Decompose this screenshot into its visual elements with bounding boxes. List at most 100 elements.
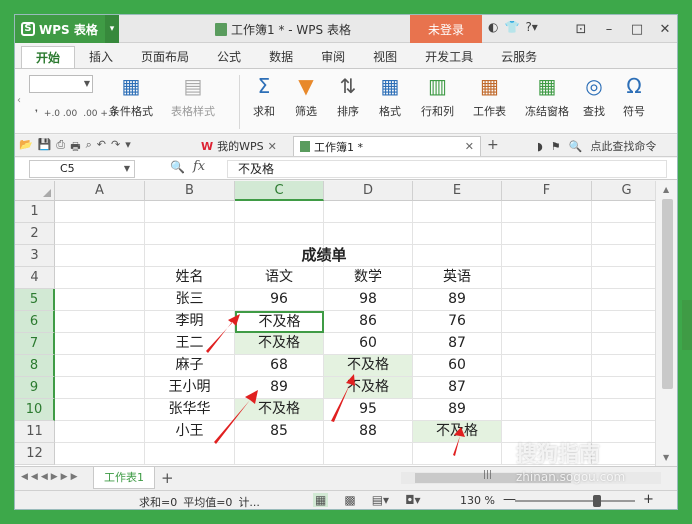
table-cell[interactable]: 麻子 — [145, 355, 235, 377]
tab-formulas[interactable]: 公式 — [203, 46, 255, 68]
empty-cell[interactable] — [55, 223, 145, 245]
reading-view-icon[interactable]: ◘▾ — [405, 493, 421, 507]
pdf-icon[interactable]: ⎙ — [56, 138, 65, 157]
print-icon[interactable]: 🖶 — [70, 138, 80, 157]
table-cell[interactable]: 96 — [235, 289, 324, 311]
table-cell[interactable]: 87 — [413, 333, 502, 355]
row-header[interactable]: 9 — [15, 377, 55, 399]
tab-view[interactable]: 视图 — [359, 46, 411, 68]
row-header[interactable]: 4 — [15, 267, 55, 289]
empty-cell[interactable] — [235, 443, 324, 465]
row-header[interactable]: 10 — [15, 399, 55, 421]
row-header[interactable]: 12 — [15, 443, 55, 465]
column-header-g[interactable]: G — [592, 181, 655, 201]
empty-cell[interactable] — [145, 223, 235, 245]
filter-button[interactable]: ▼ 筛选 — [295, 73, 317, 119]
table-cell[interactable]: 张三 — [145, 289, 235, 311]
worksheet-button[interactable]: ▦ 工作表 — [473, 73, 506, 119]
column-header-e[interactable]: E — [413, 181, 502, 201]
scroll-down-icon[interactable]: ▼ — [663, 453, 669, 462]
empty-cell[interactable] — [145, 443, 235, 465]
empty-cell[interactable] — [413, 245, 502, 267]
row-header[interactable]: 11 — [15, 421, 55, 443]
function-button[interactable]: fx — [193, 159, 205, 174]
table-cell[interactable]: 小王 — [145, 421, 235, 443]
conditional-format-button[interactable]: ▦ 条件格式 — [109, 73, 153, 119]
tab-home[interactable]: 开始 — [21, 46, 76, 68]
empty-cell[interactable] — [592, 311, 655, 333]
save-icon[interactable]: 💾 — [38, 138, 52, 157]
undo-icon[interactable]: ↶ — [97, 138, 106, 157]
table-cell[interactable]: 60 — [324, 333, 413, 355]
empty-cell[interactable] — [413, 443, 502, 465]
freeze-panes-button[interactable]: ▦ 冻结窗格 — [525, 73, 569, 119]
table-cell[interactable]: 86 — [324, 311, 413, 333]
tab-cloud[interactable]: 云服务 — [487, 46, 551, 68]
redo-icon[interactable]: ↷ — [111, 138, 120, 157]
empty-cell[interactable] — [502, 201, 592, 223]
highlighted-cell[interactable]: 不及格 — [324, 355, 413, 377]
layout-view-icon[interactable]: ▤▾ — [372, 493, 389, 507]
empty-cell[interactable] — [592, 267, 655, 289]
number-format-select[interactable]: ▼ — [29, 75, 93, 93]
zoom-slider-knob[interactable] — [593, 495, 601, 507]
sum-button[interactable]: Σ 求和 — [253, 73, 275, 119]
column-header-a[interactable]: A — [55, 181, 145, 201]
empty-cell[interactable] — [502, 333, 592, 355]
restore-ribbon-icon[interactable]: ⊡ — [567, 15, 595, 43]
table-cell[interactable]: 王二 — [145, 333, 235, 355]
page-break-view-icon[interactable]: ▩ — [344, 493, 355, 507]
highlighted-cell[interactable]: 不及格 — [324, 377, 413, 399]
close-tab-icon[interactable]: ✕ — [465, 140, 474, 153]
empty-cell[interactable] — [592, 355, 655, 377]
empty-cell[interactable] — [55, 267, 145, 289]
sheet-nav-arrows[interactable]: ◀◀◀▶▶▶ — [21, 472, 81, 482]
empty-cell[interactable] — [592, 201, 655, 223]
empty-cell[interactable] — [502, 399, 592, 421]
table-cell[interactable]: 87 — [413, 377, 502, 399]
customize-icon[interactable]: ▾ — [125, 138, 131, 157]
empty-cell[interactable] — [592, 289, 655, 311]
table-cell[interactable]: 76 — [413, 311, 502, 333]
empty-cell[interactable] — [55, 311, 145, 333]
name-box[interactable]: C5 ▼ — [29, 160, 135, 178]
zoom-in-button[interactable]: + — [643, 492, 654, 507]
highlighted-cell[interactable]: 不及格 — [235, 399, 324, 421]
table-cell[interactable]: 60 — [413, 355, 502, 377]
vertical-scrollbar[interactable]: ▲ ▼ — [655, 181, 677, 466]
flag-icon[interactable]: ⚑ — [551, 140, 561, 153]
highlighted-cell[interactable]: 不及格 — [413, 421, 502, 443]
tab-insert[interactable]: 插入 — [75, 46, 127, 68]
row-header[interactable]: 8 — [15, 355, 55, 377]
row-header[interactable]: 7 — [15, 333, 55, 355]
empty-cell[interactable] — [324, 443, 413, 465]
row-header[interactable]: 3 — [15, 245, 55, 267]
empty-cell[interactable] — [235, 201, 324, 223]
table-style-button[interactable]: ▤ 表格样式 — [171, 73, 215, 119]
empty-cell[interactable] — [55, 355, 145, 377]
scroll-up-icon[interactable]: ▲ — [663, 185, 669, 194]
sheet-tab-1[interactable]: 工作表1 — [93, 467, 155, 489]
column-header-f[interactable]: F — [502, 181, 592, 201]
status-more[interactable]: 计... — [238, 494, 260, 509]
spreadsheet-grid[interactable]: A B C D E F G 1 2 3 4 5 6 7 8 9 10 11 12… — [15, 181, 655, 466]
table-cell[interactable]: 李明 — [145, 311, 235, 333]
empty-cell[interactable] — [413, 201, 502, 223]
settings-icon[interactable]: ◗ — [537, 140, 543, 153]
wps-app-button[interactable]: S WPS 表格 ▾ — [15, 15, 119, 43]
header-cell-chinese[interactable]: 语文 — [235, 267, 324, 289]
empty-cell[interactable] — [55, 245, 145, 267]
table-cell[interactable]: 88 — [324, 421, 413, 443]
tab-review[interactable]: 审阅 — [307, 46, 359, 68]
symbol-button[interactable]: Ω 符号 — [623, 73, 645, 119]
table-cell[interactable]: 85 — [235, 421, 324, 443]
empty-cell[interactable] — [324, 201, 413, 223]
scroll-thumb[interactable] — [662, 199, 673, 389]
empty-cell[interactable] — [592, 245, 655, 267]
active-cell[interactable]: 不及格 — [235, 311, 324, 333]
empty-cell[interactable] — [55, 289, 145, 311]
skin-icon[interactable]: ◐ — [488, 20, 498, 34]
row-header[interactable]: 1 — [15, 201, 55, 223]
empty-cell[interactable] — [55, 377, 145, 399]
empty-cell[interactable] — [145, 201, 235, 223]
